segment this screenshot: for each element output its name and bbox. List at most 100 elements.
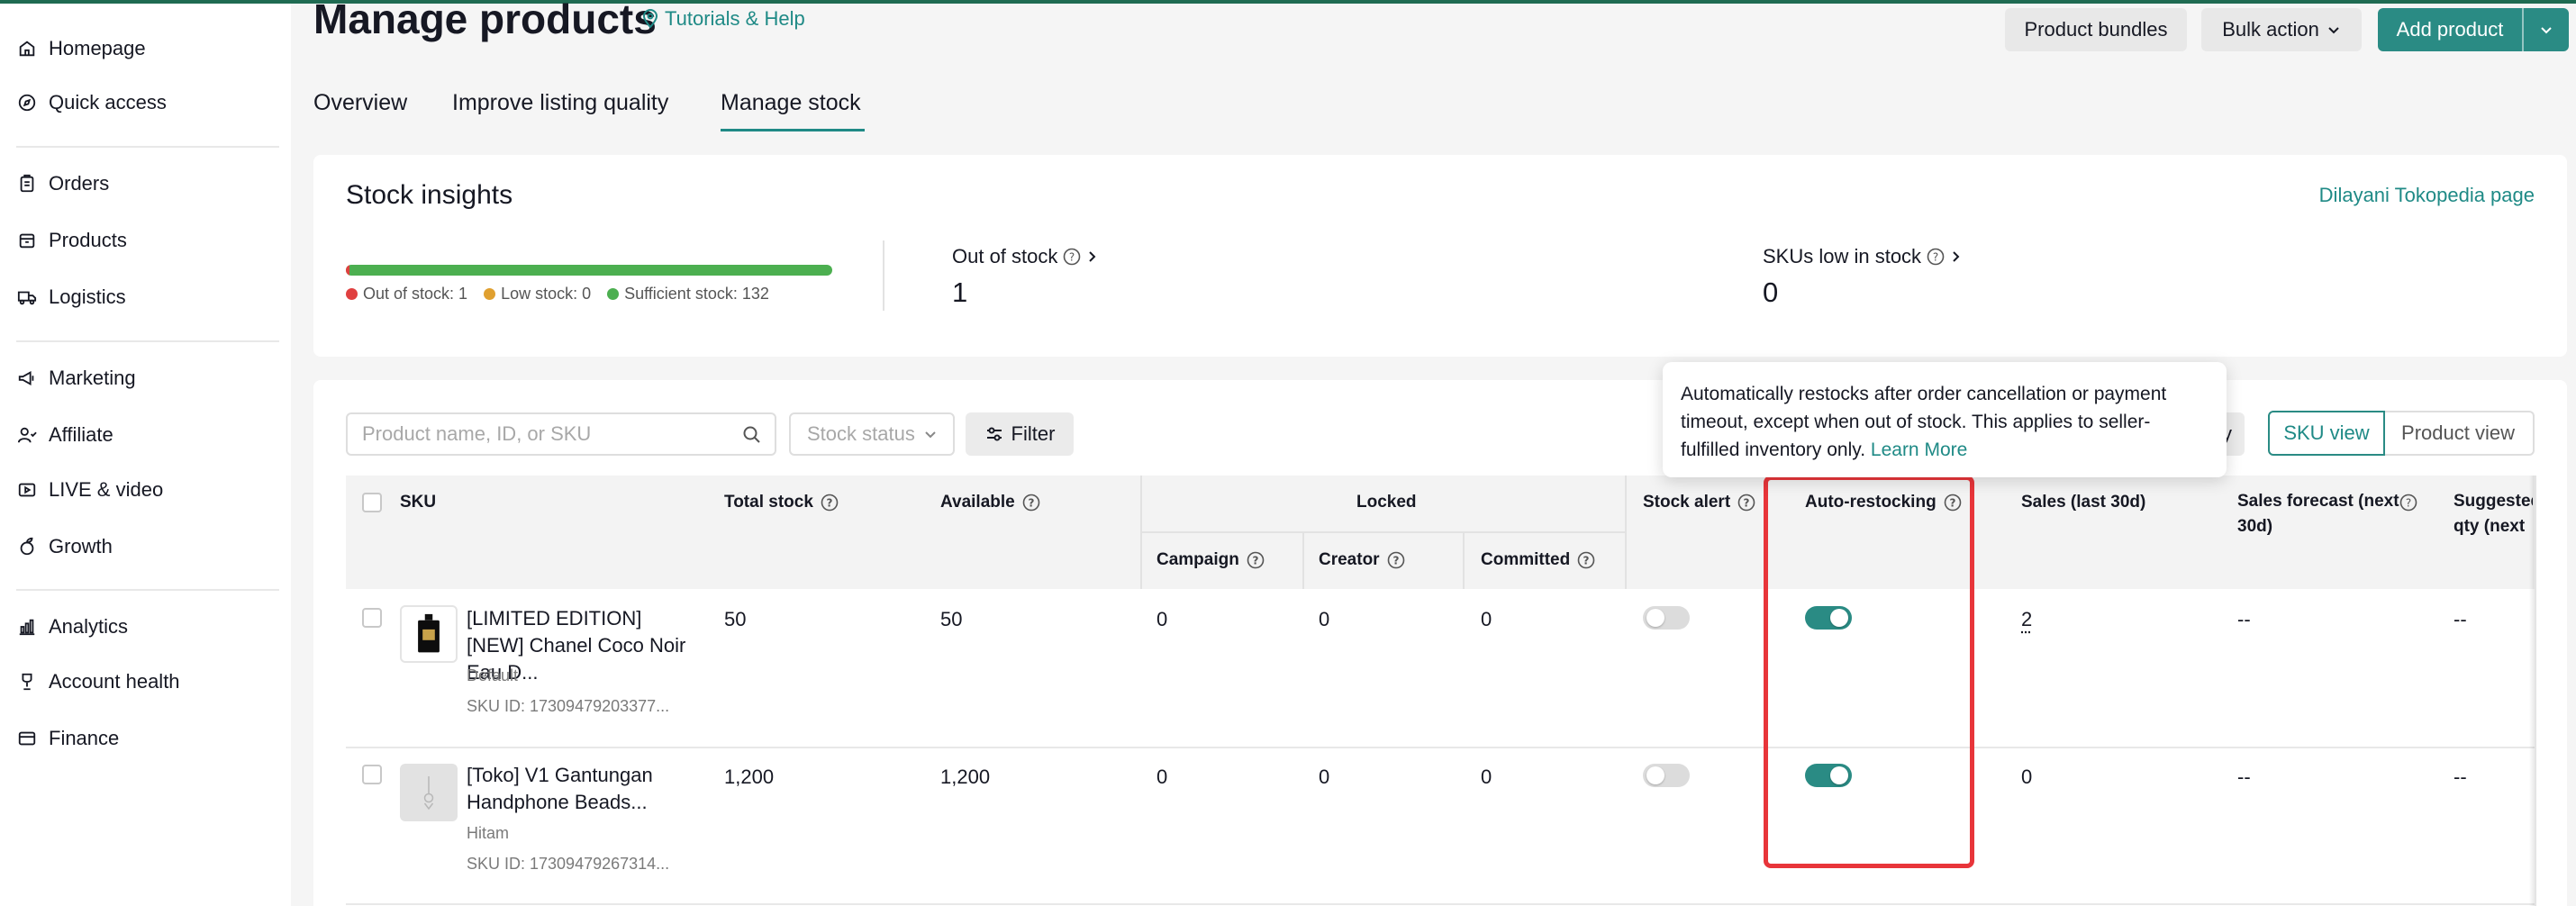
sidebar-item-finance[interactable]: Finance [16, 720, 119, 757]
help-icon[interactable]: ? [1387, 551, 1405, 569]
tutorials-link[interactable]: Tutorials & Help [641, 7, 805, 31]
sidebar-item-quick-access[interactable]: Quick access [16, 85, 167, 121]
bulk-action-button[interactable]: Bulk action [2201, 8, 2362, 51]
low-stock-metric-label: SKUs low in stock [1763, 245, 1922, 267]
sidebar-item-marketing[interactable]: Marketing [16, 360, 136, 396]
tab-manage-stock[interactable]: Manage stock [721, 90, 861, 116]
product-view-toggle[interactable]: Product view [2383, 411, 2535, 456]
sidebar-item-label: Finance [49, 727, 120, 749]
row-checkbox[interactable] [362, 608, 382, 628]
product-thumbnail[interactable] [400, 605, 458, 663]
svg-text:?: ? [1933, 251, 1938, 264]
filter-button[interactable]: Filter [966, 412, 1074, 456]
sidebar-item-label: LIVE & video [49, 478, 164, 501]
add-product-button[interactable]: Add product [2378, 8, 2569, 51]
sidebar-item-orders[interactable]: Orders [16, 166, 109, 202]
out-of-stock-metric-link[interactable]: Out of stock ? [952, 245, 1097, 268]
stock-status-select[interactable]: Stock status [789, 412, 955, 456]
legend-low-stock: Low stock: 0 [484, 285, 591, 304]
green-dot-icon [607, 288, 620, 300]
chevron-down-icon [2328, 27, 2339, 34]
chevron-right-icon [1953, 251, 1960, 262]
sidebar-item-logistics[interactable]: Logistics [16, 279, 126, 315]
column-header-total-stock-label: Total stock [724, 493, 813, 512]
insights-divider [883, 240, 884, 311]
sidebar-item-analytics[interactable]: Analytics [16, 609, 128, 645]
sidebar-item-label: Logistics [49, 285, 126, 308]
help-icon[interactable]: ? [2399, 494, 2417, 512]
stock-alert-toggle[interactable] [1643, 764, 1690, 787]
available-cell[interactable]: 1,200 [940, 766, 990, 789]
sidebar-item-affiliate[interactable]: Affiliate [16, 417, 113, 453]
svg-text:?: ? [1252, 555, 1258, 567]
perfume-bottle-image [418, 613, 440, 653]
location-pin-icon [642, 9, 658, 29]
dilayani-tokopedia-link[interactable]: Dilayani Tokopedia page [2319, 184, 2535, 207]
help-icon[interactable]: ? [1063, 248, 1081, 266]
sku-id: SKU ID: 17309479267314... [467, 855, 670, 873]
svg-text:?: ? [1069, 251, 1075, 264]
creator-cell: 0 [1319, 766, 1330, 788]
legend-sufficient-stock: Sufficient stock: 132 [607, 285, 769, 304]
product-bundles-button[interactable]: Product bundles [2005, 8, 2187, 51]
sidebar-item-growth[interactable]: Growth [16, 529, 113, 565]
help-icon[interactable]: ? [821, 494, 839, 512]
low-stock-metric-link[interactable]: SKUs low in stock ? [1763, 245, 1961, 268]
svg-text:?: ? [1744, 497, 1750, 510]
legend-out-label: Out of stock: 1 [363, 285, 468, 303]
stock-alert-toggle[interactable] [1643, 606, 1690, 630]
help-icon[interactable]: ? [1927, 248, 1945, 266]
sales-forecast-cell: -- [2237, 766, 2251, 788]
add-product-dropdown[interactable] [2524, 8, 2569, 51]
tutorials-link-label: Tutorials & Help [665, 7, 805, 30]
row-checkbox[interactable] [362, 765, 382, 784]
sliders-icon [986, 427, 1002, 441]
column-header-campaign-label: Campaign [1156, 550, 1239, 569]
active-tab-indicator [721, 129, 865, 131]
product-variant: Default [467, 666, 519, 684]
sidebar-divider [16, 589, 279, 591]
out-of-stock-value: 1 [952, 276, 968, 308]
search-icon[interactable] [742, 425, 762, 445]
learn-more-link[interactable]: Learn More [1871, 439, 1967, 460]
sku-view-toggle[interactable]: SKU view [2268, 411, 2385, 456]
sales-forecast-cell: -- [2237, 608, 2251, 630]
svg-text:?: ? [2406, 497, 2411, 510]
add-product-label[interactable]: Add product [2378, 8, 2524, 51]
sidebar-item-homepage[interactable]: Homepage [16, 31, 146, 67]
stock-insights-card: Stock insights Dilayani Tokopedia page O… [313, 155, 2567, 357]
sidebar: Homepage Quick access Orders Products Lo… [0, 4, 291, 906]
product-name[interactable]: [Toko] V1 Gantungan Handphone Beads... [467, 762, 690, 816]
home-icon [16, 38, 38, 59]
sidebar-item-live-video[interactable]: LIVE & video [16, 472, 163, 508]
help-icon[interactable]: ? [1247, 551, 1265, 569]
sidebar-item-account-health[interactable]: Account health [16, 664, 180, 700]
stock-distribution-bar [346, 265, 832, 276]
sidebar-item-products[interactable]: Products [16, 222, 127, 258]
clipboard-icon [16, 173, 38, 195]
help-icon[interactable]: ? [1737, 494, 1755, 512]
column-header-total-stock: Total stock? [724, 493, 839, 512]
committed-cell: 0 [1481, 608, 1492, 630]
help-icon[interactable]: ? [1022, 494, 1040, 512]
search-input[interactable] [362, 422, 722, 446]
column-header-campaign: Campaign? [1156, 550, 1265, 570]
column-header-available-label: Available [940, 493, 1015, 512]
stock-insights-title: Stock insights [346, 180, 513, 210]
sales-cell[interactable]: 0 [2021, 766, 2032, 789]
available-cell[interactable]: 50 [940, 608, 962, 631]
product-thumbnail[interactable] [400, 764, 458, 821]
tab-overview[interactable]: Overview [313, 90, 407, 116]
search-field[interactable] [346, 412, 776, 456]
select-all-checkbox[interactable] [362, 493, 382, 512]
column-header-committed-label: Committed [1481, 550, 1571, 569]
sidebar-divider [16, 340, 279, 342]
sales-cell[interactable]: 2 [2021, 608, 2032, 631]
tab-improve-listing-quality[interactable]: Improve listing quality [452, 90, 668, 116]
help-icon[interactable]: ? [1577, 551, 1595, 569]
scroll-shadow [2529, 476, 2536, 906]
creator-cell: 0 [1319, 608, 1330, 630]
svg-text:?: ? [1028, 497, 1034, 510]
column-header-locked: Locked [1356, 493, 1417, 512]
column-header-creator-label: Creator [1319, 550, 1380, 569]
